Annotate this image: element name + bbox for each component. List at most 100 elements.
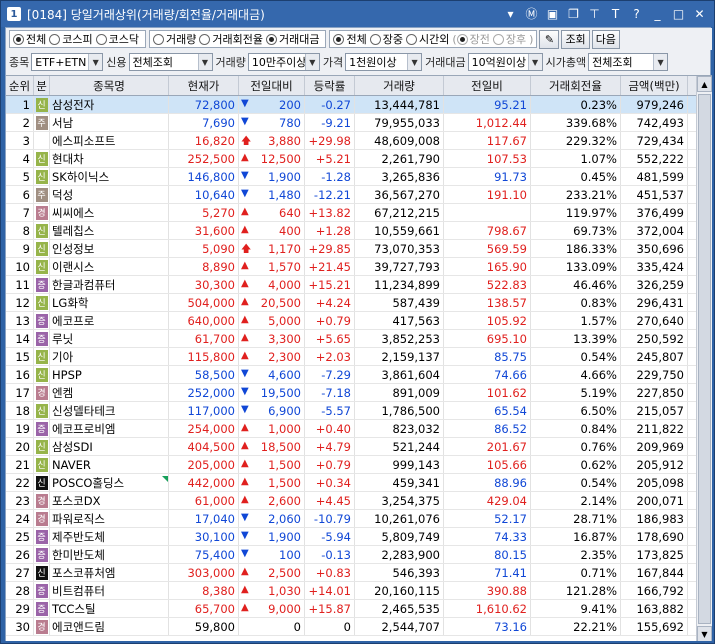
vertical-scrollbar[interactable]: ▲ ▼ (696, 76, 712, 641)
menu-down-icon[interactable]: ▾ (502, 5, 519, 22)
maximize-icon[interactable]: □ (670, 5, 687, 22)
cell-name[interactable]: 덕성 (50, 186, 169, 203)
col-rank[interactable]: 순위 (6, 76, 34, 95)
cell-name[interactable]: 에스피소프트 (50, 132, 169, 149)
table-row[interactable]: 5 신 SK하이닉스 146,800 ▼ 1,900 -1.28 3,265,836 91.73… (6, 168, 712, 186)
cell-name[interactable]: HPSP (50, 366, 169, 383)
cell-name[interactable]: 루닛 (50, 330, 169, 347)
table-row[interactable]: 6 주 덕성 10,640 ▼ 1,480 -12.21 36,567,270 191.10 23… (6, 186, 712, 204)
pin-icon[interactable]: ⊤ (586, 5, 603, 22)
sort-radio-amount[interactable]: 거래대금 (265, 31, 319, 47)
font-icon[interactable]: T (607, 5, 624, 22)
cell-name[interactable]: 에코앤드림 (50, 618, 169, 635)
pen-icon[interactable]: ✎ (539, 29, 560, 49)
table-row[interactable]: 7 경 씨씨에스 5,270 ▲ 640 +13.82 67,212,215 119.97% 37… (6, 204, 712, 222)
cell-name[interactable]: 포스코퓨처엠 (50, 564, 169, 581)
table-row[interactable]: 20 신 삼성SDI 404,500 ▲ 18,500 +4.79 521,244 201.67… (6, 438, 712, 456)
table-row[interactable]: 15 신 기아 115,800 ▲ 2,300 +2.03 2,159,137 85.75 0.5… (6, 348, 712, 366)
table-row[interactable]: 2 주 서남 7,690 ▼ 780 -9.21 79,955,033 1,012.44 339.… (6, 114, 712, 132)
table-row[interactable]: 30 경 에코앤드림 59,800 0 0 2,544,707 73.16 22.21% 155,… (6, 618, 712, 636)
table-row[interactable]: 28 증 비트컴퓨터 8,380 ▲ 1,030 +14.01 20,160,115 390.8… (6, 582, 712, 600)
session-radio-premarket[interactable]: 장전 (456, 31, 490, 47)
cell-name[interactable]: 삼성전자 (50, 96, 169, 113)
scroll-thumb[interactable] (698, 94, 711, 624)
table-row[interactable]: 24 경 파워로직스 17,040 ▼ 2,060 -10.79 10,261,076 52.1… (6, 510, 712, 528)
cell-name[interactable]: SK하이닉스 (50, 168, 169, 185)
session-radio-all[interactable]: 전체 (333, 31, 367, 47)
cell-name[interactable]: 비트컴퓨터 (50, 582, 169, 599)
table-row[interactable]: 16 신 HPSP 58,500 ▼ 4,600 -7.29 3,861,604 74.66 4.… (6, 366, 712, 384)
cell-name[interactable]: 기아 (50, 348, 169, 365)
session-radio-regular[interactable]: 장중 (369, 31, 403, 47)
cell-name[interactable]: 텔레칩스 (50, 222, 169, 239)
cap-select[interactable]: 전체조회 ▼ (588, 53, 669, 71)
cell-name[interactable]: 신성델타테크 (50, 402, 169, 419)
market-radio-all[interactable]: 전체 (13, 31, 46, 47)
cell-name[interactable]: 인성정보 (50, 240, 169, 257)
cell-name[interactable]: 한글과컴퓨터 (50, 276, 169, 293)
session-radio-postmarket[interactable]: 장후 (492, 31, 526, 47)
table-row[interactable]: 23 경 포스코DX 61,000 ▲ 2,600 +4.45 3,254,375 429.04… (6, 492, 712, 510)
cell-name[interactable]: TCC스틸 (50, 600, 169, 617)
cell-name[interactable]: 엔켐 (50, 384, 169, 401)
cell-name[interactable]: 현대차 (50, 150, 169, 167)
next-button[interactable]: 다음 (591, 29, 620, 49)
cell-name[interactable]: 이랜시스 (50, 258, 169, 275)
col-amount[interactable]: 금액(백만) (621, 76, 688, 95)
table-row[interactable]: 8 신 텔레칩스 31,600 ▲ 400 +1.28 10,559,661 798.67 69.… (6, 222, 712, 240)
table-row[interactable]: 29 증 TCC스틸 65,700 ▲ 9,000 +15.87 2,465,535 1,610… (6, 600, 712, 618)
copy-icon[interactable]: ❐ (565, 5, 582, 22)
table-row[interactable]: 21 신 NAVER 205,000 ▲ 1,500 +0.79 999,143 105.66 0… (6, 456, 712, 474)
table-row[interactable]: 22 신 POSCO홀딩스 442,000 ▲ 1,500 +0.34 459,341 88.9… (6, 474, 712, 492)
col-volume[interactable]: 거래량 (355, 76, 444, 95)
item-select[interactable]: ETF+ETN 제 ▼ (31, 53, 104, 71)
col-name[interactable]: 종목명 (50, 76, 169, 95)
cell-name[interactable]: 파워로직스 (50, 510, 169, 527)
help-icon[interactable]: ? (628, 5, 645, 22)
table-row[interactable]: 19 증 에코프로비엠 254,000 ▲ 1,000 +0.40 823,032 86.52 0… (6, 420, 712, 438)
col-prev-ratio[interactable]: 전일비 (444, 76, 531, 95)
cell-name[interactable]: NAVER (50, 456, 169, 473)
table-row[interactable]: 13 증 에코프로 640,000 ▲ 5,000 +0.79 417,563 105.92 1.… (6, 312, 712, 330)
price-select[interactable]: 1천원이상 ▼ (345, 53, 423, 71)
table-row[interactable]: 17 경 엔켐 252,000 ▼ 19,500 -7.18 891,009 101.62 5.1… (6, 384, 712, 402)
sort-radio-turnover[interactable]: 거래회전율 (199, 31, 263, 47)
market-radio-kosdaq[interactable]: 코스닥 (95, 31, 139, 47)
scroll-up-icon[interactable]: ▲ (697, 76, 712, 92)
col-division[interactable]: 분 (34, 76, 50, 95)
table-row[interactable]: 14 증 루닛 61,700 ▲ 3,300 +5.65 3,852,253 695.10 13.… (6, 330, 712, 348)
cell-name[interactable]: 에코프로 (50, 312, 169, 329)
table-row[interactable]: 10 신 이랜시스 8,890 ▲ 1,570 +21.45 39,727,793 165.90… (6, 258, 712, 276)
cell-name[interactable]: 포스코DX (50, 492, 169, 509)
amount-select[interactable]: 10억원이상 ▼ (467, 53, 543, 71)
table-row[interactable]: 4 신 현대차 252,500 ▲ 12,500 +5.21 2,261,790 107.53 1… (6, 150, 712, 168)
session-radio-afterhours[interactable]: 시간외 (405, 31, 449, 47)
cell-name[interactable]: 에코프로비엠 (50, 420, 169, 437)
cell-name[interactable]: 한미반도체 (50, 546, 169, 563)
table-row[interactable]: 3 에스피소프트 16,820 🡅 3,880 +29.98 48,609,008 117.6… (6, 132, 712, 150)
table-row[interactable]: 9 신 인성정보 5,090 🡅 1,170 +29.85 73,070,353 569.59 1… (6, 240, 712, 258)
cell-name[interactable]: 제주반도체 (50, 528, 169, 545)
col-price[interactable]: 현재가 (169, 76, 239, 95)
table-row[interactable]: 12 신 LG화학 504,000 ▲ 20,500 +4.24 587,439 138.57 0… (6, 294, 712, 312)
cell-name[interactable]: 서남 (50, 114, 169, 131)
query-button[interactable]: 조회 (561, 29, 590, 49)
col-rate[interactable]: 등락률 (305, 76, 355, 95)
cell-name[interactable]: 삼성SDI (50, 438, 169, 455)
col-turnover[interactable]: 거래회전율 (531, 76, 621, 95)
credit-select[interactable]: 전체조회 ▼ (128, 53, 213, 71)
cell-name[interactable]: POSCO홀딩스 (50, 474, 169, 491)
sort-radio-volume[interactable]: 거래량 (153, 31, 196, 47)
col-change[interactable]: 전일대비 (239, 76, 305, 95)
table-row[interactable]: 27 신 포스코퓨처엠 303,000 ▲ 2,500 +0.83 546,393 71.41 0… (6, 564, 712, 582)
volume-select[interactable]: 10만주이상 ▼ (247, 53, 320, 71)
scroll-down-icon[interactable]: ▼ (697, 626, 712, 641)
table-row[interactable]: 26 증 한미반도체 75,400 ▼ 100 -0.13 2,283,900 80.15 2.3… (6, 546, 712, 564)
minimize-icon[interactable]: _ (649, 5, 666, 22)
table-row[interactable]: 18 신 신성델타테크 117,000 ▼ 6,900 -5.57 1,786,500 65.5… (6, 402, 712, 420)
table-row[interactable]: 25 증 제주반도체 30,100 ▼ 1,900 -5.94 5,809,749 74.33 1… (6, 528, 712, 546)
table-row[interactable]: 11 증 한글과컴퓨터 30,300 ▲ 4,000 +15.21 11,234,899 522… (6, 276, 712, 294)
m-icon[interactable]: Ⓜ (523, 5, 540, 22)
window-icon[interactable]: ▣ (544, 5, 561, 22)
cell-name[interactable]: 씨씨에스 (50, 204, 169, 221)
